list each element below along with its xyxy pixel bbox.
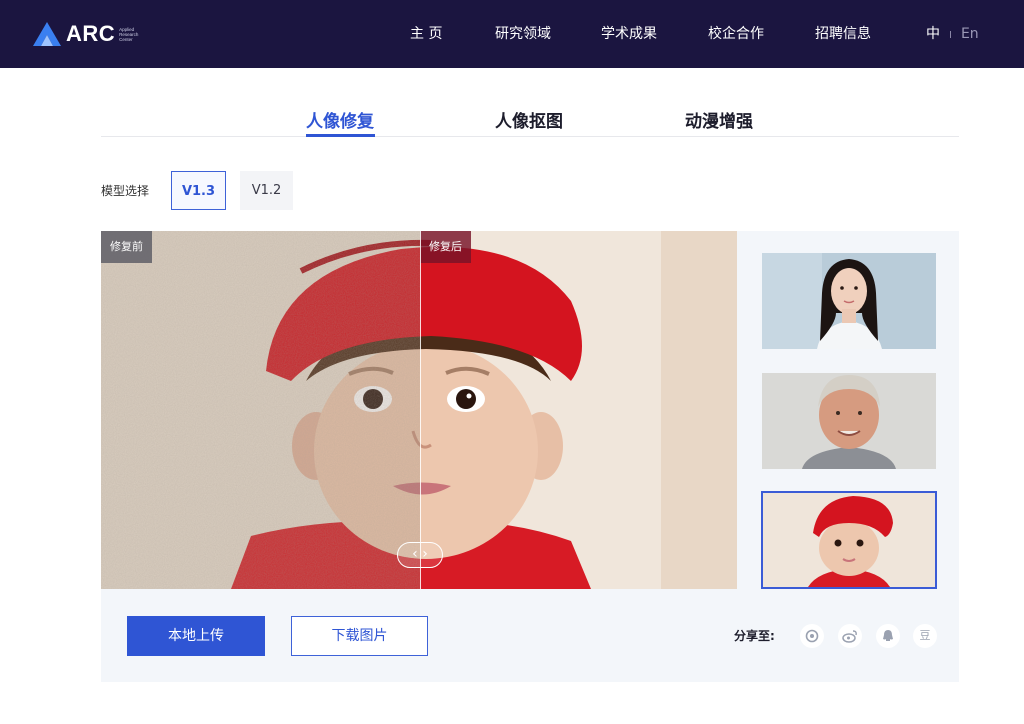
top-navigation-bar: ARC Applied Research Center 主 页 研究领域 学术成… [0, 0, 1024, 68]
lang-separator: I [949, 30, 952, 41]
language-switcher: 中 I En [926, 0, 979, 68]
child-red-hat-portrait [763, 493, 935, 587]
comparison-viewer[interactable]: 修复前 修复后 ‹ › [101, 231, 737, 589]
comparison-divider[interactable] [420, 231, 421, 589]
child-portrait-image [101, 231, 737, 589]
chevron-left-right-icon[interactable]: ‹ › [397, 542, 443, 568]
arc-logo-icon [33, 22, 61, 46]
nav-academic-results[interactable]: 学术成果 [601, 0, 657, 68]
weibo-icon[interactable] [838, 624, 862, 648]
lang-english[interactable]: En [961, 26, 979, 42]
model-select-label: 模型选择 [101, 184, 150, 198]
version-v12-button[interactable]: V1.2 [240, 171, 293, 210]
douban-glyph: 豆 [919, 629, 931, 642]
tab-portrait-restoration[interactable]: 人像修复 [306, 110, 374, 134]
tab-portrait-matting[interactable]: 人像抠图 [495, 110, 563, 134]
qq-icon[interactable] [876, 624, 900, 648]
sample-thumbnail-young-woman[interactable] [762, 253, 936, 349]
wechat-moments-glyph [805, 629, 819, 643]
share-label: 分享至: [734, 629, 775, 643]
nav-recruitment[interactable]: 招聘信息 [815, 0, 871, 68]
after-label: 修复后 [420, 231, 471, 263]
arc-logo[interactable]: ARC Applied Research Center [32, 19, 138, 49]
wechat-moments-icon[interactable] [800, 624, 824, 648]
douban-icon[interactable]: 豆 [913, 624, 937, 648]
local-upload-button[interactable]: 本地上传 [127, 616, 265, 656]
download-image-button[interactable]: 下载图片 [291, 616, 428, 656]
young-woman-portrait [762, 253, 936, 349]
active-tab-indicator [306, 134, 375, 137]
version-v13-button[interactable]: V1.3 [171, 171, 226, 210]
lang-chinese[interactable]: 中 [926, 26, 940, 42]
logo-subtitle: Applied Research Center [119, 26, 139, 42]
nav-industry-cooperation[interactable]: 校企合作 [708, 0, 764, 68]
sample-thumbnail-older-man[interactable] [762, 373, 936, 469]
nav-home[interactable]: 主 页 [410, 0, 442, 68]
tab-anime-enhancement[interactable]: 动漫增强 [685, 110, 753, 134]
before-label: 修复前 [101, 231, 152, 263]
older-man-portrait [762, 373, 936, 469]
weibo-glyph [842, 630, 857, 643]
nav-research-areas[interactable]: 研究领域 [495, 0, 551, 68]
tabs-divider [101, 136, 959, 137]
sample-thumbnail-child-selected[interactable] [761, 491, 937, 589]
qq-glyph [883, 630, 893, 641]
logo-text: ARC [66, 21, 116, 46]
